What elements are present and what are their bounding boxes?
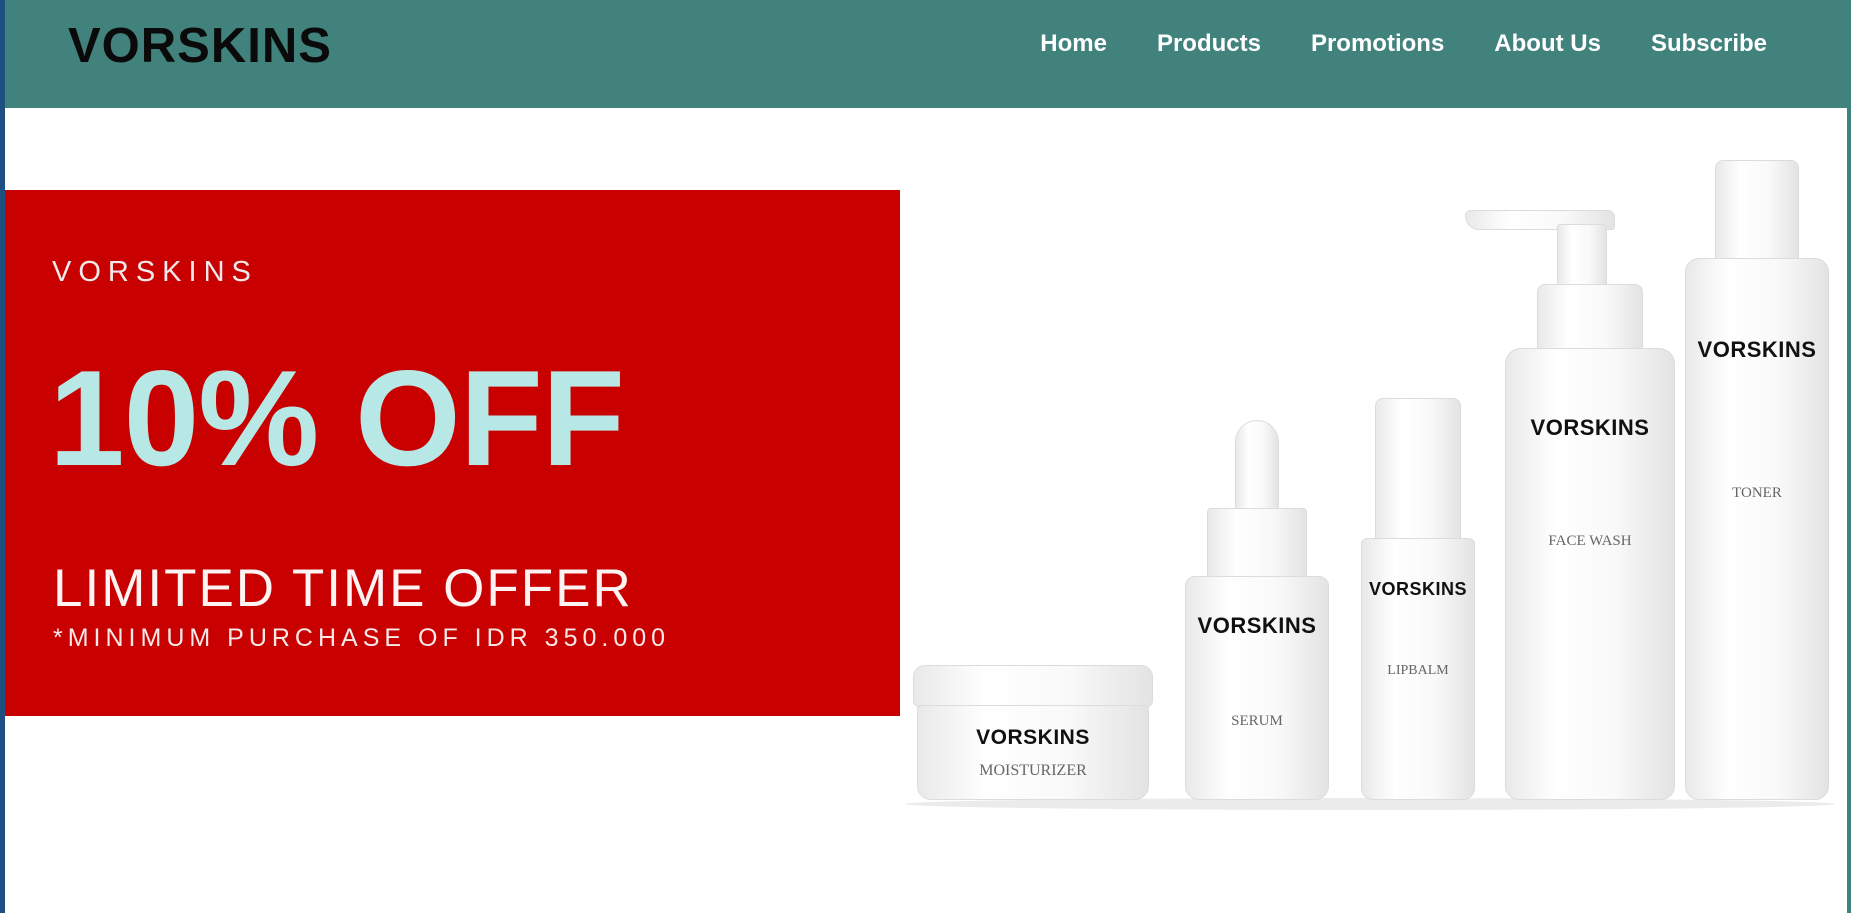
lipbalm-body: VORSKINS LIPBALM	[1361, 538, 1475, 800]
jar-body: VORSKINS MOISTURIZER	[917, 705, 1149, 800]
nav-subscribe-link[interactable]: Subscribe	[1651, 30, 1767, 58]
nav-products-link[interactable]: Products	[1157, 30, 1261, 58]
promo-brand: VORSKINS	[52, 256, 258, 288]
browser-viewport: VORSKINS Home Products Promotions About …	[0, 0, 1851, 913]
product-face-wash: VORSKINS FACE WASH	[1465, 210, 1675, 800]
product-name-label: TONER	[1732, 485, 1782, 501]
product-lipbalm: VORSKINS LIPBALM	[1361, 398, 1475, 800]
navbar: VORSKINS Home Products Promotions About …	[5, 0, 1847, 108]
face-wash-body: VORSKINS FACE WASH	[1505, 348, 1675, 800]
main-nav: Home Products Promotions About Us Subscr…	[1040, 30, 1767, 58]
promo-headline: LIMITED TIME OFFER	[53, 559, 633, 618]
product-brand-label: VORSKINS	[1368, 579, 1468, 599]
jar-lid	[913, 665, 1153, 707]
lipbalm-cap	[1375, 398, 1461, 540]
nav-promotions-link[interactable]: Promotions	[1311, 30, 1444, 58]
promo-discount: 10% OFF	[49, 342, 625, 494]
product-name-label: LIPBALM	[1387, 663, 1449, 678]
promo-minimum-purchase-note: *MINIMUM PURCHASE OF IDR 350.000	[53, 624, 671, 652]
serum-bottle-body: VORSKINS SERUM	[1185, 576, 1329, 800]
product-name-label: SERUM	[1231, 713, 1283, 729]
product-brand-label: VORSKINS	[1697, 337, 1817, 362]
dropper-bulb	[1235, 420, 1279, 510]
product-brand-label: VORSKINS	[1197, 613, 1317, 638]
promo-banner: VORSKINS 10% OFF LIMITED TIME OFFER *MIN…	[5, 190, 900, 716]
product-moisturizer: VORSKINS MOISTURIZER	[913, 665, 1153, 800]
nav-about-us-link[interactable]: About Us	[1494, 30, 1601, 58]
product-name-label: FACE WASH	[1548, 533, 1632, 549]
product-serum: VORSKINS SERUM	[1185, 420, 1329, 800]
product-brand-label: VORSKINS	[976, 726, 1090, 749]
dropper-cap	[1207, 508, 1307, 578]
product-lineup-image: VORSKINS MOISTURIZER VORSKINS SERUM VORS…	[895, 140, 1845, 810]
pump-stem	[1557, 224, 1607, 286]
site-logo[interactable]: VORSKINS	[68, 18, 332, 74]
nav-home-link[interactable]: Home	[1040, 30, 1107, 58]
pump-collar	[1537, 284, 1643, 350]
product-brand-label: VORSKINS	[1530, 415, 1650, 440]
toner-body: VORSKINS TONER	[1685, 258, 1829, 800]
product-name-label: MOISTURIZER	[979, 762, 1087, 779]
toner-cap	[1715, 160, 1799, 260]
product-toner: VORSKINS TONER	[1685, 160, 1829, 800]
